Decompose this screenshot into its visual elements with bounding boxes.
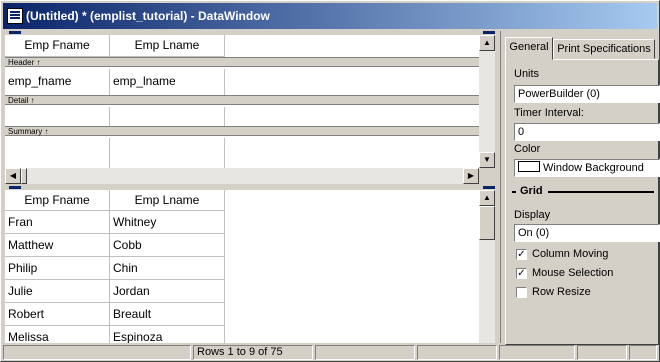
color-field[interactable]: Window Background bbox=[514, 159, 660, 177]
mouse-selection-label[interactable]: Mouse Selection bbox=[532, 267, 613, 279]
scroll-down-arrow-icon[interactable]: ▼ bbox=[479, 152, 495, 168]
preview-vertical-scrollbar[interactable]: ▲ bbox=[479, 190, 495, 343]
design-pane: Emp Fname Emp Lname Header ↑ emp_fname e… bbox=[5, 35, 483, 168]
preview-pane-split-marker[interactable] bbox=[9, 186, 21, 189]
status-panel-4 bbox=[417, 345, 497, 360]
status-panel-left bbox=[3, 345, 191, 360]
tab-general[interactable]: General bbox=[505, 37, 553, 60]
general-tab-body: Units PowerBuilder (0) Timer Interval: 0… bbox=[505, 59, 660, 345]
window-title: (Untitled) * (emplist_tutorial) - DataWi… bbox=[26, 9, 270, 23]
preview-cell-emp-lname[interactable]: Chin bbox=[110, 257, 225, 280]
mouse-selection-checkbox[interactable]: ✓ bbox=[516, 268, 527, 279]
summary-band-bar[interactable]: Summary ↑ bbox=[5, 126, 483, 136]
column-moving-label[interactable]: Column Moving bbox=[532, 248, 608, 260]
preview-cell-emp-lname[interactable]: Espinoza bbox=[110, 326, 225, 343]
properties-panel: General Print Specifications Units Power… bbox=[500, 31, 660, 345]
datawindow-painter-window: (Untitled) * (emplist_tutorial) - DataWi… bbox=[0, 0, 660, 362]
design-field-emp-lname[interactable]: emp_lname bbox=[110, 69, 225, 95]
grid-section-dash bbox=[512, 191, 516, 193]
design-vertical-scrollbar[interactable]: ▲ ▼ bbox=[479, 35, 495, 168]
scroll-left-arrow-icon[interactable]: ◀ bbox=[5, 168, 21, 184]
preview-header-emp-lname[interactable]: Emp Lname bbox=[110, 190, 225, 211]
design-pane-split-marker[interactable] bbox=[9, 31, 21, 34]
grid-section-heading: Grid bbox=[520, 185, 543, 197]
preview-cell-emp-lname[interactable]: Jordan bbox=[110, 280, 225, 303]
timer-interval-field[interactable]: 0 bbox=[514, 123, 660, 141]
status-rows-text: Rows 1 to 9 of 75 bbox=[193, 345, 313, 360]
color-label: Color bbox=[514, 143, 541, 155]
preview-cell-emp-lname[interactable]: Whitney bbox=[110, 211, 225, 234]
status-bar: Rows 1 to 9 of 75 bbox=[3, 345, 657, 360]
design-header-emp-lname[interactable]: Emp Lname bbox=[110, 35, 225, 57]
mouse-selection-check-mark-icon: ✓ bbox=[517, 268, 526, 279]
preview-cell-emp-fname[interactable]: Fran bbox=[5, 211, 110, 234]
design-header-emp-fname[interactable]: Emp Fname bbox=[5, 35, 110, 57]
preview-scroll-up-arrow-icon[interactable]: ▲ bbox=[479, 190, 495, 206]
design-footer-area-col2 bbox=[110, 138, 225, 168]
design-field-emp-fname[interactable]: emp_fname bbox=[5, 69, 110, 95]
preview-cell-emp-lname[interactable]: Cobb bbox=[110, 234, 225, 257]
status-panel-3 bbox=[315, 345, 415, 360]
status-panel-6 bbox=[577, 345, 627, 360]
design-horizontal-scrollbar[interactable]: ◀ ▶ bbox=[5, 168, 479, 184]
tab-print-specifications[interactable]: Print Specifications bbox=[553, 39, 655, 59]
display-label: Display bbox=[514, 209, 551, 221]
preview-vertical-scroll-thumb[interactable] bbox=[479, 206, 495, 240]
preview-cell-emp-fname[interactable]: Robert bbox=[5, 303, 110, 326]
preview-cell-emp-fname[interactable]: Philip bbox=[5, 257, 110, 280]
horizontal-scroll-thumb[interactable] bbox=[21, 168, 27, 184]
units-field[interactable]: PowerBuilder (0) bbox=[514, 85, 660, 103]
design-summary-area-col2 bbox=[110, 107, 225, 126]
preview-cell-emp-fname[interactable]: Melissa bbox=[5, 326, 110, 343]
design-footer-area-col1 bbox=[5, 138, 110, 168]
preview-cell-emp-lname[interactable]: Breault bbox=[110, 303, 225, 326]
datawindow-app-icon[interactable] bbox=[7, 8, 23, 24]
display-field[interactable]: On (0) bbox=[514, 224, 660, 242]
design-summary-area-col1 bbox=[5, 107, 110, 126]
preview-cell-emp-fname[interactable]: Matthew bbox=[5, 234, 110, 257]
units-label: Units bbox=[514, 68, 540, 80]
status-panel-7 bbox=[629, 345, 657, 360]
timer-interval-label: Timer Interval: bbox=[514, 107, 584, 119]
preview-cell-emp-fname[interactable]: Julie bbox=[5, 280, 110, 303]
scroll-up-arrow-icon[interactable]: ▲ bbox=[479, 35, 495, 51]
row-resize-label[interactable]: Row Resize bbox=[532, 286, 591, 298]
color-value: Window Background bbox=[543, 162, 644, 174]
title-bar[interactable]: (Untitled) * (emplist_tutorial) - DataWi… bbox=[3, 3, 657, 29]
preview-pane: Emp Fname Emp Lname Fran Whitney Matthew Co… bbox=[5, 190, 479, 343]
status-panel-5 bbox=[499, 345, 575, 360]
scroll-right-arrow-icon[interactable]: ▶ bbox=[463, 168, 479, 184]
grid-section-rule bbox=[548, 191, 654, 193]
preview-pane-split-marker-right[interactable] bbox=[483, 186, 495, 189]
color-swatch bbox=[518, 161, 540, 172]
column-moving-check-mark-icon: ✓ bbox=[517, 249, 526, 260]
header-band-bar[interactable]: Header ↑ bbox=[5, 57, 483, 67]
row-resize-checkbox[interactable] bbox=[516, 287, 527, 298]
preview-header-emp-fname[interactable]: Emp Fname bbox=[5, 190, 110, 211]
detail-band-bar[interactable]: Detail ↑ bbox=[5, 95, 483, 105]
design-pane-split-marker-right[interactable] bbox=[483, 31, 495, 34]
column-moving-checkbox[interactable]: ✓ bbox=[516, 249, 527, 260]
